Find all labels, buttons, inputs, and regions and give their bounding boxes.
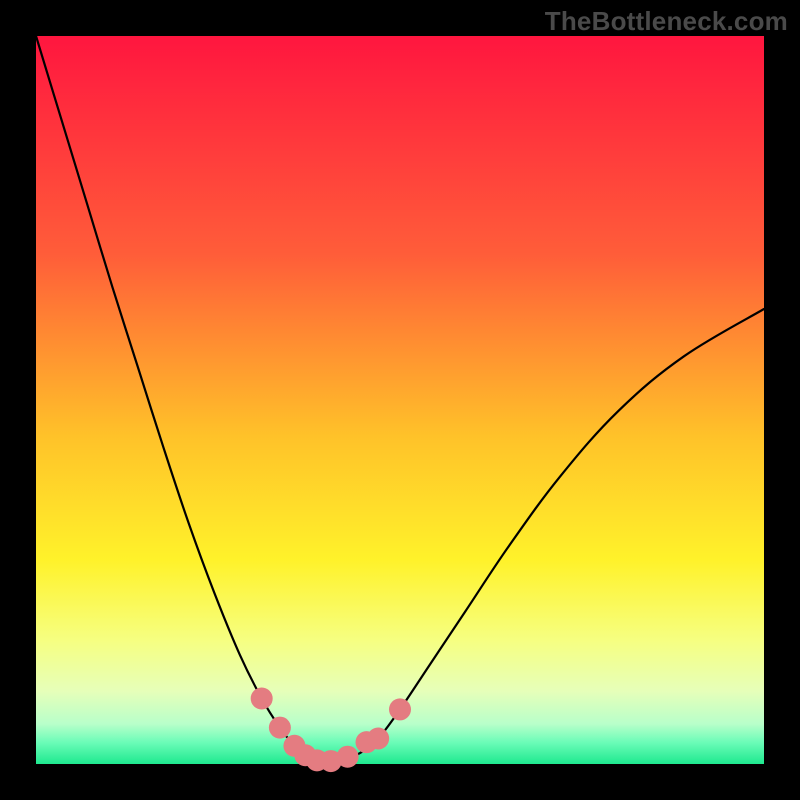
highlighted-dots [251,687,411,772]
chart-curve-layer [36,36,764,764]
highlight-dot [269,717,291,739]
bottleneck-curve [36,36,764,762]
highlight-dot [389,698,411,720]
chart-plot-area [36,36,764,764]
highlight-dot [251,687,273,709]
watermark-text: TheBottleneck.com [545,6,788,37]
highlight-dot [337,746,359,768]
highlight-dot [367,728,389,750]
